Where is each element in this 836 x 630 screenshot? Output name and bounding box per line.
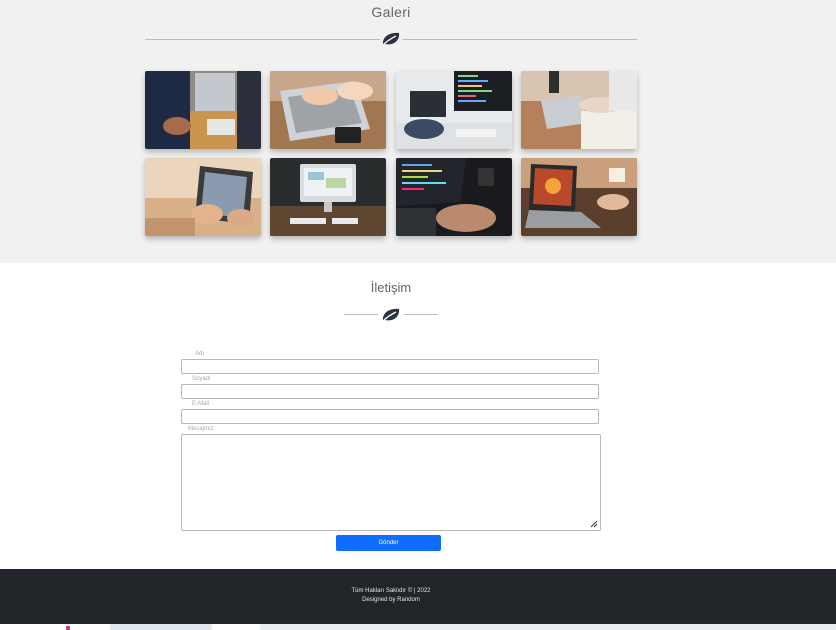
surname-label: Soyadı bbox=[192, 376, 211, 382]
message-label: Mesajınız bbox=[188, 426, 214, 432]
send-button[interactable]: Gönder bbox=[336, 535, 441, 551]
name-field[interactable] bbox=[181, 359, 599, 374]
footer: Tüm Hakları Saklıdır © | 2022 Designed b… bbox=[0, 569, 836, 624]
gallery-image-7[interactable] bbox=[396, 158, 512, 236]
leaf-icon bbox=[380, 31, 402, 47]
footer-designer: Designed by Random bbox=[362, 597, 420, 603]
email-field[interactable] bbox=[181, 409, 599, 424]
leaf-icon bbox=[380, 307, 402, 323]
resize-handle-icon[interactable] bbox=[590, 520, 598, 528]
gallery-image-4[interactable] bbox=[521, 71, 637, 149]
surname-field[interactable] bbox=[181, 384, 599, 399]
gallery-image-1[interactable] bbox=[145, 71, 261, 149]
gallery-image-6[interactable] bbox=[270, 158, 386, 236]
footer-copyright: Tüm Hakları Saklıdır © | 2022 bbox=[351, 588, 431, 594]
email-label: E-Mail bbox=[192, 401, 210, 407]
gallery-image-2[interactable] bbox=[270, 71, 386, 149]
gallery-section: Galeri bbox=[0, 0, 836, 263]
bottom-strip bbox=[0, 624, 836, 630]
contact-title: İletişim bbox=[370, 280, 412, 295]
message-textarea[interactable] bbox=[181, 434, 601, 531]
gallery-image-3[interactable] bbox=[396, 71, 512, 149]
gallery-title: Galeri bbox=[371, 4, 411, 20]
name-label: Adı bbox=[195, 351, 205, 357]
gallery-image-5[interactable] bbox=[145, 158, 261, 236]
contact-divider-left bbox=[344, 314, 378, 315]
contact-divider-right bbox=[404, 314, 438, 315]
gallery-image-8[interactable] bbox=[521, 158, 637, 236]
